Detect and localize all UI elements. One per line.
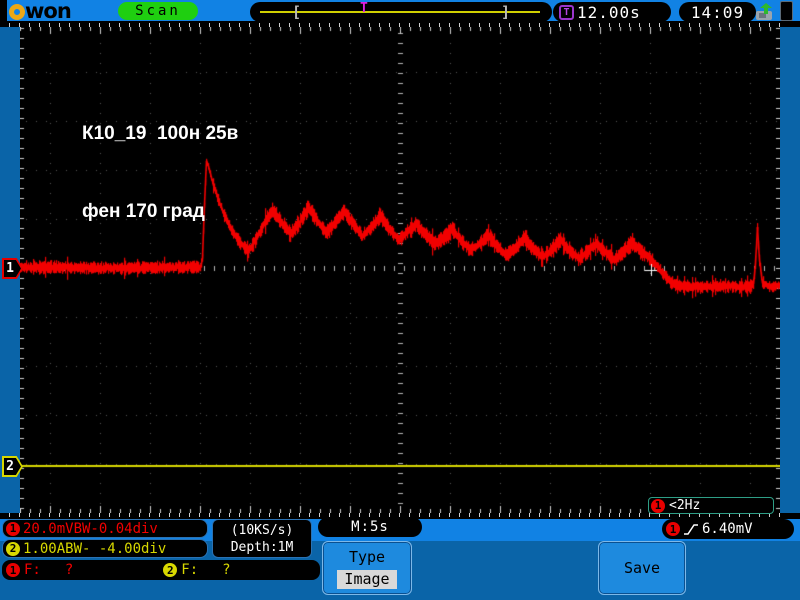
- owon-logo: won: [9, 0, 71, 21]
- frequency-badge-value: <2Hz: [669, 498, 700, 513]
- channel1-icon: 1: [666, 522, 680, 536]
- owon-logo-o-icon: [9, 4, 25, 20]
- horizontal-offset-value: 12.00s: [577, 3, 641, 22]
- user-annotation: К10_19 100н 25в фен 170 град: [82, 69, 238, 277]
- ch1-settings-readout: 1 20.0mVBW-0.04div: [2, 519, 208, 538]
- frequency-counter-row: 1 F: ? 2 F: ?: [2, 560, 320, 580]
- ch1-position-marker[interactable]: 1: [2, 258, 23, 279]
- ch1-freq-value: ?: [65, 562, 73, 578]
- ch2-position-marker[interactable]: 2: [2, 456, 23, 477]
- rising-edge-icon: [683, 523, 699, 536]
- channel2-icon: 2: [163, 563, 177, 577]
- ch1-settings-text: 20.0mVBW-0.04div: [23, 521, 158, 537]
- save-button[interactable]: Save: [598, 541, 686, 595]
- save-button-label: Save: [624, 559, 660, 577]
- annotation-line1: К10_19 100н 25в: [82, 121, 238, 147]
- ch2-settings-text: 1.00ABW- -4.00div: [23, 541, 166, 557]
- top-status-bar: won Scan [ ] T T 12.00s 14:09: [0, 0, 800, 21]
- ch2-freq-label: F:: [181, 562, 198, 578]
- timebase-value: M:5s: [351, 519, 389, 535]
- waveform-display: К10_19 100н 25в фен 170 град 1 <2Hz: [20, 27, 780, 513]
- memory-depth: Depth:1M: [231, 539, 294, 556]
- ch2-settings-readout: 2 1.00ABW- -4.00div: [2, 539, 208, 558]
- type-button-value: Image: [337, 570, 396, 589]
- oscilloscope-ui: won Scan [ ] T T 12.00s 14:09 К10_19 100…: [0, 0, 800, 600]
- acquisition-mode-badge: Scan: [118, 2, 198, 20]
- timebase-readout: M:5s: [318, 517, 422, 537]
- ch2-freq-value: ?: [222, 562, 230, 578]
- corner-patch: [0, 0, 7, 21]
- frequency-counter-badge: 1 <2Hz: [648, 497, 774, 514]
- channel1-icon: 1: [6, 522, 20, 536]
- window-left-bracket: [: [292, 3, 301, 21]
- channel2-icon: 2: [6, 542, 20, 556]
- trigger-position-marker: T: [360, 1, 368, 16]
- usb-storage-icon: [752, 3, 776, 21]
- acquisition-info-box: (10KS/s) Depth:1M: [212, 519, 312, 558]
- window-right-bracket: ]: [501, 3, 510, 21]
- channel1-badge-icon: 1: [651, 499, 665, 513]
- type-button-label: Type: [349, 548, 385, 566]
- owon-logo-text: won: [25, 1, 71, 21]
- battery-icon: [780, 1, 793, 21]
- clock-value: 14:09: [691, 3, 744, 22]
- annotation-line2: фен 170 град: [82, 199, 238, 225]
- sample-rate: (10KS/s): [231, 522, 294, 539]
- ch1-freq-label: F:: [24, 562, 41, 578]
- type-menu-button[interactable]: Type Image: [322, 541, 412, 595]
- horizontal-offset-readout: T 12.00s: [553, 2, 671, 22]
- trigger-level-value: 6.40mV: [702, 521, 753, 537]
- record-length-line: [260, 11, 540, 13]
- trigger-t-icon: T: [559, 5, 574, 20]
- channel1-icon: 1: [6, 563, 20, 577]
- trigger-level-readout: 1 6.40mV: [662, 519, 794, 539]
- trigger-position-bar: [ ] T: [250, 2, 552, 22]
- clock-readout: 14:09: [679, 2, 756, 22]
